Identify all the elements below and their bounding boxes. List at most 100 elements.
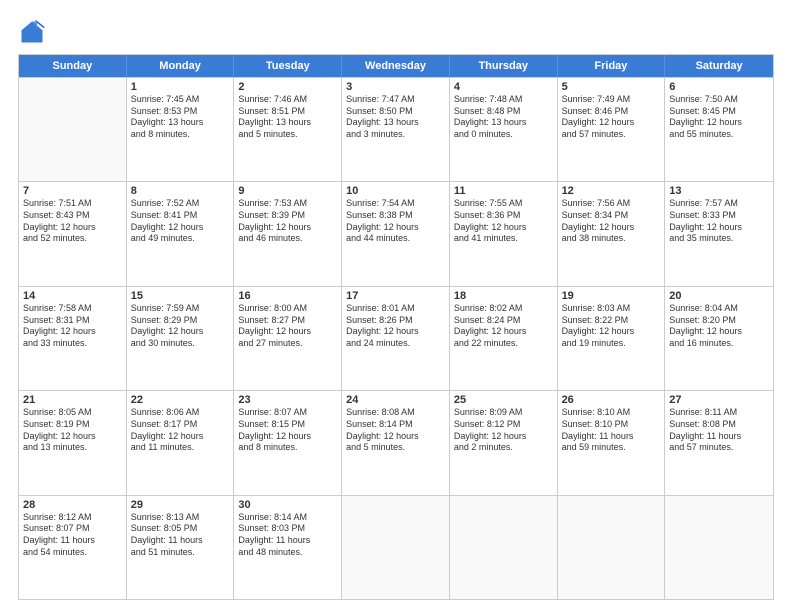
calendar-cell: 22Sunrise: 8:06 AMSunset: 8:17 PMDayligh… xyxy=(127,391,235,494)
day-number: 13 xyxy=(669,185,769,197)
cell-info-line: Sunrise: 7:56 AM xyxy=(562,198,661,210)
day-number: 19 xyxy=(562,290,661,302)
cell-info-line: Sunrise: 8:07 AM xyxy=(238,407,337,419)
cell-info-line: Sunset: 8:45 PM xyxy=(669,106,769,118)
cell-info-line: Sunset: 8:20 PM xyxy=(669,315,769,327)
calendar-cell: 14Sunrise: 7:58 AMSunset: 8:31 PMDayligh… xyxy=(19,287,127,390)
cell-info-line: and 35 minutes. xyxy=(669,233,769,245)
cell-info-line: Sunset: 8:51 PM xyxy=(238,106,337,118)
header-day-monday: Monday xyxy=(127,55,235,77)
calendar-cell xyxy=(19,78,127,181)
cell-info-line: Sunset: 8:12 PM xyxy=(454,419,553,431)
page: SundayMondayTuesdayWednesdayThursdayFrid… xyxy=(0,0,792,612)
calendar-cell: 18Sunrise: 8:02 AMSunset: 8:24 PMDayligh… xyxy=(450,287,558,390)
cell-info-line: Daylight: 11 hours xyxy=(23,535,122,547)
cell-info-line: Sunset: 8:17 PM xyxy=(131,419,230,431)
cell-info-line: and 49 minutes. xyxy=(131,233,230,245)
day-number: 18 xyxy=(454,290,553,302)
cell-info-line: and 54 minutes. xyxy=(23,547,122,559)
cell-info-line: Daylight: 13 hours xyxy=(346,117,445,129)
cell-info-line: Daylight: 12 hours xyxy=(23,222,122,234)
cell-info-line: and 0 minutes. xyxy=(454,129,553,141)
cell-info-line: Sunrise: 7:53 AM xyxy=(238,198,337,210)
cell-info-line: Daylight: 11 hours xyxy=(669,431,769,443)
cell-info-line: and 30 minutes. xyxy=(131,338,230,350)
day-number: 22 xyxy=(131,394,230,406)
cell-info-line: Sunset: 8:50 PM xyxy=(346,106,445,118)
calendar-cell: 16Sunrise: 8:00 AMSunset: 8:27 PMDayligh… xyxy=(234,287,342,390)
cell-info-line: Daylight: 13 hours xyxy=(238,117,337,129)
cell-info-line: Sunset: 8:03 PM xyxy=(238,523,337,535)
cell-info-line: Sunrise: 7:55 AM xyxy=(454,198,553,210)
day-number: 2 xyxy=(238,81,337,93)
cell-info-line: Sunset: 8:43 PM xyxy=(23,210,122,222)
calendar-row-5: 28Sunrise: 8:12 AMSunset: 8:07 PMDayligh… xyxy=(19,495,773,599)
cell-info-line: Daylight: 12 hours xyxy=(346,431,445,443)
calendar-cell: 29Sunrise: 8:13 AMSunset: 8:05 PMDayligh… xyxy=(127,496,235,599)
day-number: 5 xyxy=(562,81,661,93)
cell-info-line: Sunset: 8:33 PM xyxy=(669,210,769,222)
cell-info-line: and 33 minutes. xyxy=(23,338,122,350)
calendar-cell: 12Sunrise: 7:56 AMSunset: 8:34 PMDayligh… xyxy=(558,182,666,285)
cell-info-line: Daylight: 12 hours xyxy=(238,431,337,443)
calendar-cell: 11Sunrise: 7:55 AMSunset: 8:36 PMDayligh… xyxy=(450,182,558,285)
cell-info-line: Sunrise: 7:58 AM xyxy=(23,303,122,315)
cell-info-line: Sunrise: 8:05 AM xyxy=(23,407,122,419)
calendar-cell: 9Sunrise: 7:53 AMSunset: 8:39 PMDaylight… xyxy=(234,182,342,285)
day-number: 8 xyxy=(131,185,230,197)
calendar-cell: 20Sunrise: 8:04 AMSunset: 8:20 PMDayligh… xyxy=(665,287,773,390)
cell-info-line: Sunrise: 8:13 AM xyxy=(131,512,230,524)
cell-info-line: and 3 minutes. xyxy=(346,129,445,141)
header-day-saturday: Saturday xyxy=(665,55,773,77)
day-number: 17 xyxy=(346,290,445,302)
cell-info-line: and 59 minutes. xyxy=(562,442,661,454)
cell-info-line: Sunset: 8:14 PM xyxy=(346,419,445,431)
calendar-cell: 23Sunrise: 8:07 AMSunset: 8:15 PMDayligh… xyxy=(234,391,342,494)
day-number: 30 xyxy=(238,499,337,511)
cell-info-line: Daylight: 12 hours xyxy=(454,431,553,443)
calendar-cell: 1Sunrise: 7:45 AMSunset: 8:53 PMDaylight… xyxy=(127,78,235,181)
cell-info-line: and 44 minutes. xyxy=(346,233,445,245)
cell-info-line: Sunrise: 7:57 AM xyxy=(669,198,769,210)
day-number: 12 xyxy=(562,185,661,197)
day-number: 25 xyxy=(454,394,553,406)
day-number: 4 xyxy=(454,81,553,93)
cell-info-line: Daylight: 12 hours xyxy=(346,222,445,234)
cell-info-line: Daylight: 12 hours xyxy=(669,326,769,338)
cell-info-line: Sunset: 8:38 PM xyxy=(346,210,445,222)
calendar-cell: 3Sunrise: 7:47 AMSunset: 8:50 PMDaylight… xyxy=(342,78,450,181)
cell-info-line: Sunrise: 7:52 AM xyxy=(131,198,230,210)
calendar-cell: 4Sunrise: 7:48 AMSunset: 8:48 PMDaylight… xyxy=(450,78,558,181)
day-number: 28 xyxy=(23,499,122,511)
cell-info-line: Sunrise: 7:48 AM xyxy=(454,94,553,106)
calendar-cell: 30Sunrise: 8:14 AMSunset: 8:03 PMDayligh… xyxy=(234,496,342,599)
cell-info-line: Sunrise: 7:59 AM xyxy=(131,303,230,315)
cell-info-line: Sunrise: 8:12 AM xyxy=(23,512,122,524)
cell-info-line: Sunrise: 8:09 AM xyxy=(454,407,553,419)
cell-info-line: Sunset: 8:31 PM xyxy=(23,315,122,327)
calendar-header: SundayMondayTuesdayWednesdayThursdayFrid… xyxy=(19,55,773,77)
cell-info-line: Daylight: 12 hours xyxy=(238,326,337,338)
cell-info-line: Sunset: 8:46 PM xyxy=(562,106,661,118)
calendar-cell: 19Sunrise: 8:03 AMSunset: 8:22 PMDayligh… xyxy=(558,287,666,390)
calendar-cell: 15Sunrise: 7:59 AMSunset: 8:29 PMDayligh… xyxy=(127,287,235,390)
cell-info-line: and 16 minutes. xyxy=(669,338,769,350)
cell-info-line: Sunrise: 8:02 AM xyxy=(454,303,553,315)
day-number: 29 xyxy=(131,499,230,511)
cell-info-line: and 24 minutes. xyxy=(346,338,445,350)
day-number: 26 xyxy=(562,394,661,406)
calendar-cell: 10Sunrise: 7:54 AMSunset: 8:38 PMDayligh… xyxy=(342,182,450,285)
cell-info-line: Daylight: 12 hours xyxy=(23,431,122,443)
calendar-cell: 17Sunrise: 8:01 AMSunset: 8:26 PMDayligh… xyxy=(342,287,450,390)
cell-info-line: Sunset: 8:08 PM xyxy=(669,419,769,431)
cell-info-line: Sunset: 8:36 PM xyxy=(454,210,553,222)
cell-info-line: Sunrise: 8:11 AM xyxy=(669,407,769,419)
calendar-cell: 13Sunrise: 7:57 AMSunset: 8:33 PMDayligh… xyxy=(665,182,773,285)
cell-info-line: Sunset: 8:26 PM xyxy=(346,315,445,327)
calendar-cell xyxy=(665,496,773,599)
cell-info-line: Daylight: 12 hours xyxy=(562,222,661,234)
calendar-row-1: 1Sunrise: 7:45 AMSunset: 8:53 PMDaylight… xyxy=(19,77,773,181)
cell-info-line: Sunrise: 8:08 AM xyxy=(346,407,445,419)
calendar-cell: 5Sunrise: 7:49 AMSunset: 8:46 PMDaylight… xyxy=(558,78,666,181)
day-number: 14 xyxy=(23,290,122,302)
